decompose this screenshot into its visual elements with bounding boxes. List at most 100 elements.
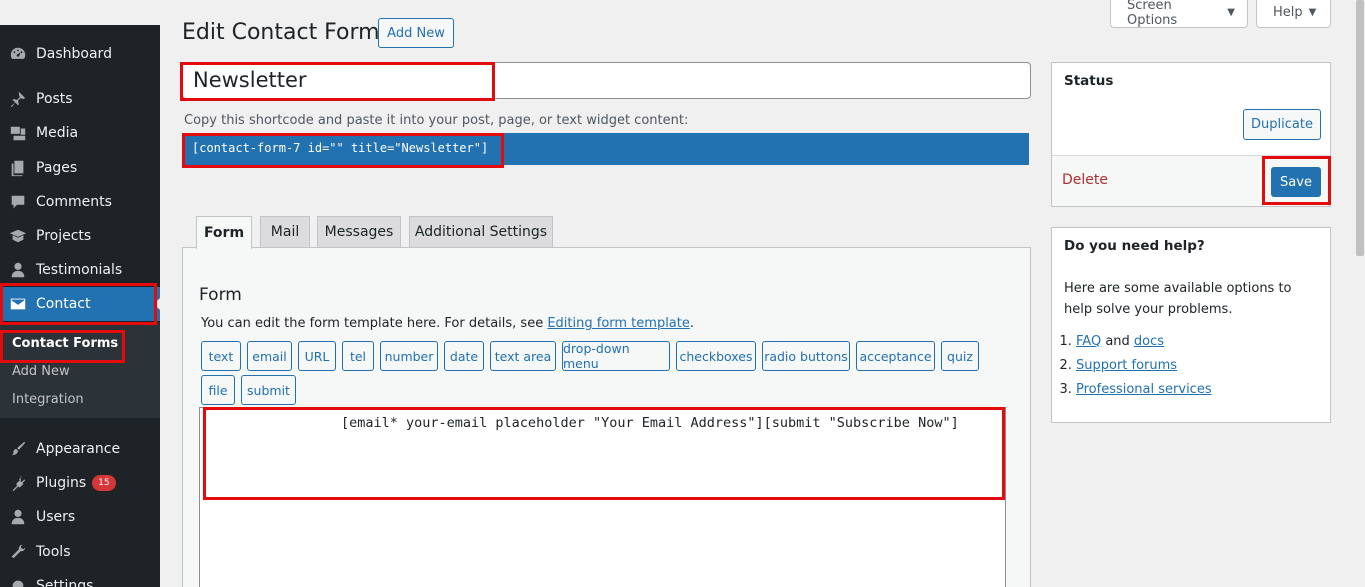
media-icon xyxy=(0,124,36,142)
status-box-title: Status xyxy=(1064,73,1114,89)
sidebar-item-testimonials[interactable]: Testimonials xyxy=(0,253,160,287)
tag-button-quiz[interactable]: quiz xyxy=(941,341,979,371)
tag-button-tel[interactable]: tel xyxy=(342,341,374,371)
dashboard-icon xyxy=(0,45,36,63)
help-options-list: FAQ and docs Support forums Professional… xyxy=(1076,330,1212,402)
pushpin-icon xyxy=(0,90,36,108)
sidebar-item-label: Appearance xyxy=(36,441,121,457)
envelope-icon xyxy=(0,295,36,313)
tag-button-text[interactable]: text xyxy=(201,341,241,371)
sidebar-item-projects[interactable]: Projects xyxy=(0,219,160,253)
sidebar-item-label: Pages xyxy=(36,160,78,176)
form-description-text: You can edit the form template here. For… xyxy=(201,316,548,331)
help-box-title: Do you need help? xyxy=(1064,238,1205,254)
tag-button-radio-buttons[interactable]: radio buttons xyxy=(762,341,850,371)
sidebar-item-tools[interactable]: Tools xyxy=(0,535,160,569)
tag-button-submit[interactable]: submit xyxy=(241,375,296,405)
submenu-add-new[interactable]: Add New xyxy=(12,364,70,379)
form-description: You can edit the form template here. For… xyxy=(201,316,694,331)
page-scrollbar-thumb[interactable] xyxy=(1356,0,1364,256)
sidebar-item-media[interactable]: Media xyxy=(0,116,160,150)
page-title: Edit Contact Form xyxy=(182,20,380,45)
sidebar-item-appearance[interactable]: Appearance xyxy=(0,432,160,466)
help-option-faq: FAQ and docs xyxy=(1076,330,1212,354)
save-button[interactable]: Save xyxy=(1271,167,1321,197)
professional-services-link[interactable]: Professional services xyxy=(1076,382,1212,397)
caret-down-icon: ▼ xyxy=(1227,7,1235,18)
active-menu-arrow xyxy=(154,298,160,310)
help-option-support: Support forums xyxy=(1076,354,1212,378)
sidebar-item-label: Comments xyxy=(36,194,112,210)
tag-button-email[interactable]: email xyxy=(247,341,292,371)
submenu-contact-forms[interactable]: Contact Forms xyxy=(12,336,118,351)
sidebar-item-posts[interactable]: Posts xyxy=(0,82,160,116)
sidebar-item-label: Projects xyxy=(36,228,92,244)
help-tab-button[interactable]: Help ▼ xyxy=(1256,0,1331,28)
sidebar-item-label: Users xyxy=(36,509,76,525)
tag-button-drop-down-menu[interactable]: drop-down menu xyxy=(562,341,670,371)
duplicate-button[interactable]: Duplicate xyxy=(1243,109,1321,140)
shortcode-field[interactable]: [contact-form-7 id="" title="Newsletter"… xyxy=(182,133,1029,165)
paintbrush-icon xyxy=(0,440,36,458)
sidebar-item-comments[interactable]: Comments xyxy=(0,185,160,219)
add-new-button[interactable]: Add New xyxy=(378,18,454,48)
tab-additional-settings[interactable]: Additional Settings xyxy=(409,216,553,247)
form-section-heading: Form xyxy=(199,285,242,305)
settings-icon xyxy=(0,577,36,587)
screen-options-button[interactable]: Screen Options ▼ xyxy=(1110,0,1248,28)
sidebar-item-label: Tools xyxy=(36,544,71,560)
status-box-footer: Delete Save xyxy=(1052,155,1330,206)
sidebar-item-label: Contact xyxy=(36,296,91,312)
sidebar-item-pages[interactable]: Pages xyxy=(0,151,160,185)
editing-form-template-link[interactable]: Editing form template xyxy=(547,316,690,331)
tag-button-file[interactable]: file xyxy=(201,375,235,405)
pages-icon xyxy=(0,159,36,177)
tab-messages[interactable]: Messages xyxy=(317,216,401,247)
tab-form[interactable]: Form xyxy=(196,216,252,249)
delete-link[interactable]: Delete xyxy=(1062,172,1108,188)
status-box: Status Duplicate Delete Save xyxy=(1051,62,1331,207)
help-tab-label: Help xyxy=(1273,5,1303,20)
help-box: Do you need help? Here are some availabl… xyxy=(1051,227,1331,423)
admin-bar-gap xyxy=(0,0,160,25)
tag-button-url[interactable]: URL xyxy=(298,341,336,371)
caret-down-icon: ▼ xyxy=(1308,7,1317,18)
sidebar-item-label: Posts xyxy=(36,91,73,107)
tag-button-date[interactable]: date xyxy=(444,341,484,371)
sidebar-item-label: Testimonials xyxy=(36,262,123,278)
tag-button-text-area[interactable]: text area xyxy=(490,341,556,371)
sidebar-item-plugins[interactable]: Plugins 15 xyxy=(0,466,160,500)
form-template-editor[interactable]: [email* your-email placeholder "Your Ema… xyxy=(199,407,1006,587)
sidebar-item-label: Dashboard xyxy=(36,46,112,62)
tag-button-acceptance[interactable]: acceptance xyxy=(856,341,935,371)
shortcode-hint: Copy this shortcode and paste it into yo… xyxy=(184,113,689,128)
plugin-icon xyxy=(0,474,36,492)
help-box-text: Here are some available options to help … xyxy=(1064,281,1292,317)
plugins-update-badge: 15 xyxy=(92,475,116,491)
wrench-icon xyxy=(0,543,36,561)
tag-button-number[interactable]: number xyxy=(380,341,438,371)
screen-options-label: Screen Options xyxy=(1127,0,1178,28)
support-forums-link[interactable]: Support forums xyxy=(1076,358,1177,373)
help-option-professional: Professional services xyxy=(1076,378,1212,402)
portfolio-icon xyxy=(0,227,36,245)
docs-link[interactable]: docs xyxy=(1134,334,1164,349)
sidebar-item-users[interactable]: Users xyxy=(0,500,160,534)
users-icon xyxy=(0,508,36,526)
sidebar-item-settings[interactable]: Settings xyxy=(0,569,160,587)
form-description-suffix: . xyxy=(689,316,695,331)
contact-submenu: Contact Forms Add New Integration xyxy=(0,322,160,418)
sidebar-item-dashboard[interactable]: Dashboard xyxy=(0,37,160,71)
sidebar-item-label: Media xyxy=(36,125,79,141)
tab-mail[interactable]: Mail xyxy=(260,216,310,247)
faq-link[interactable]: FAQ xyxy=(1076,334,1101,349)
admin-sidebar: Dashboard Posts Media Pages Comments Pro… xyxy=(0,25,160,587)
sidebar-item-contact[interactable]: Contact xyxy=(0,287,160,321)
submenu-integration[interactable]: Integration xyxy=(12,392,84,407)
user-icon xyxy=(0,261,36,279)
comments-icon xyxy=(0,193,36,211)
form-title-input[interactable]: Newsletter xyxy=(182,62,1031,99)
sidebar-item-label: Plugins xyxy=(36,475,87,491)
sidebar-item-label: Settings xyxy=(36,578,94,587)
tag-button-checkboxes[interactable]: checkboxes xyxy=(676,341,756,371)
